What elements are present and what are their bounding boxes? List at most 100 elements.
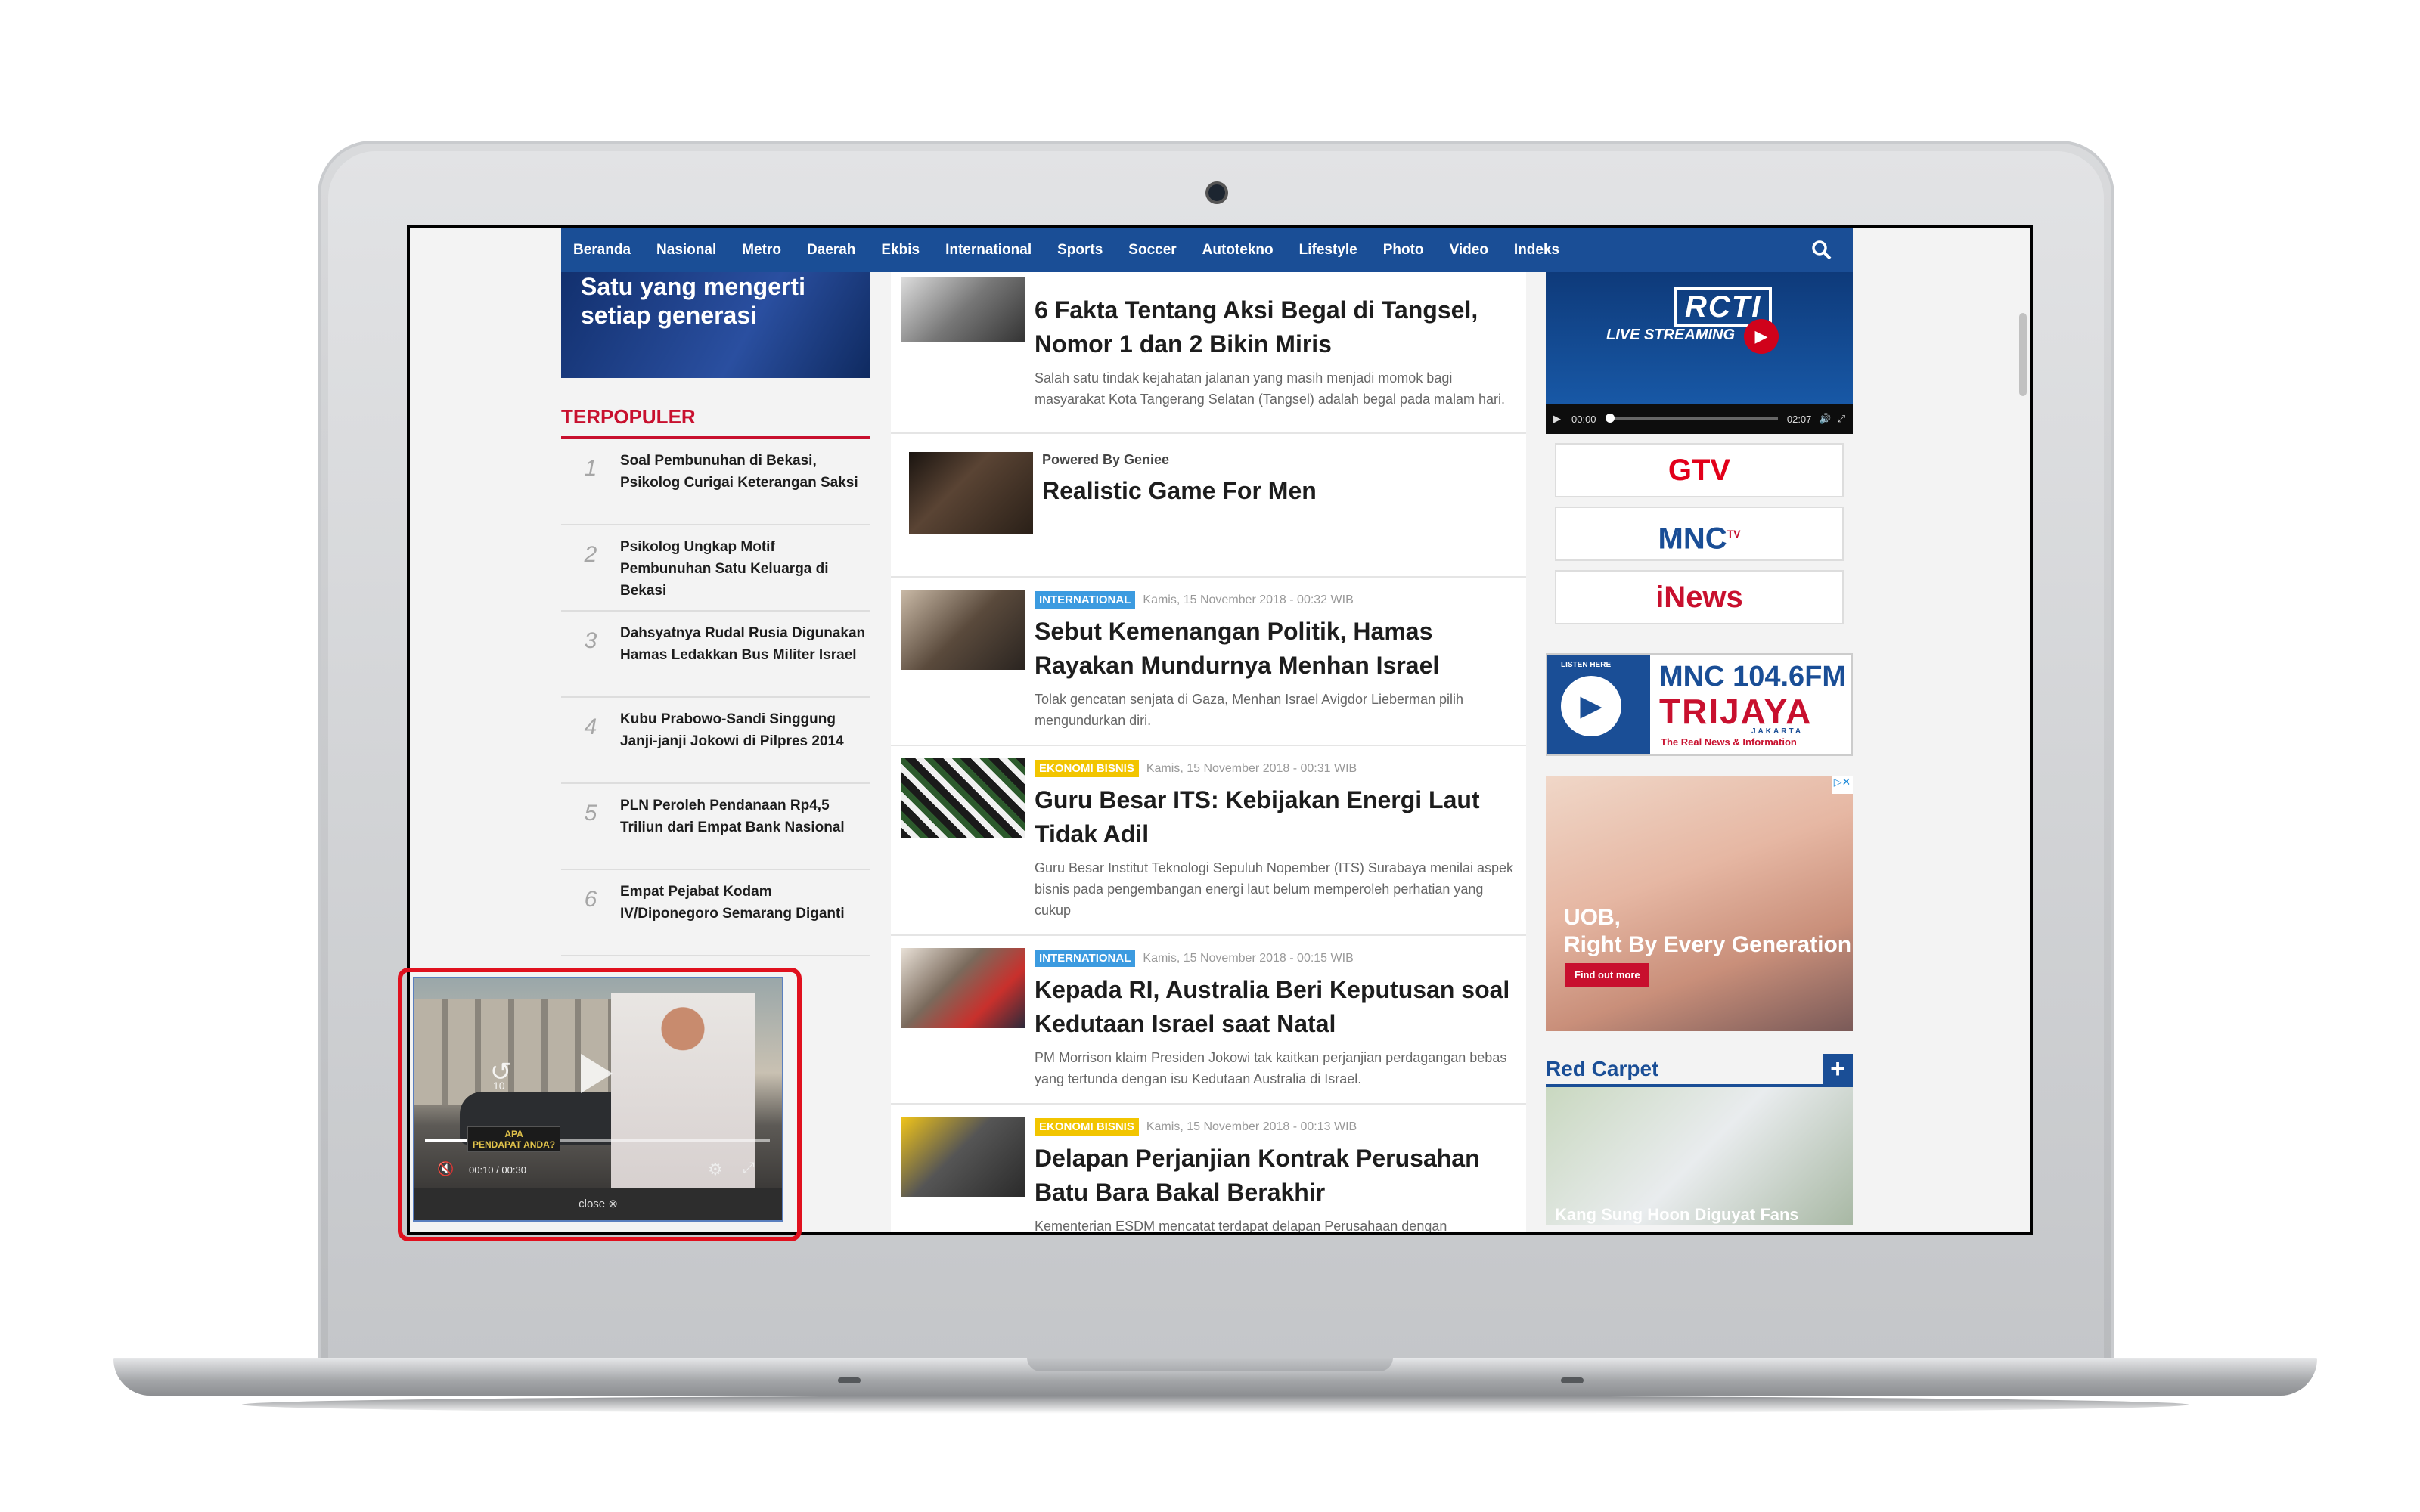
laptop-foot [1561,1377,1584,1383]
article-thumbnail[interactable] [901,758,1025,838]
article-date: Kamis, 15 November 2018 - 00:13 WIB [1146,1120,1357,1133]
category-badge[interactable]: EKONOMI BISNIS [1035,1118,1139,1136]
nav-lifestyle[interactable]: Lifestyle [1299,242,1357,259]
article-summary: Tolak gencatan senjata di Gaza, Menhan I… [1035,692,1464,728]
rank-number: 2 [584,542,597,567]
rank-number: 6 [584,887,597,912]
article-title[interactable]: 6 Fakta Tentang Aksi Begal di Tangsel, N… [1035,293,1514,361]
popular-link[interactable]: PLN Peroleh Pendanaan Rp4,5 Triliun dari… [620,795,870,869]
nav-international[interactable]: International [945,242,1032,259]
sponsored-thumbnail[interactable] [909,452,1033,534]
channel-mnctv[interactable]: MNCTV [1555,507,1844,561]
red-carpet-header: Red Carpet + [1546,1054,1853,1084]
red-carpet-image[interactable]: Kang Sung Hoon Diguyat Fans [1546,1084,1853,1225]
fullscreen-icon[interactable]: ⤢ [1838,413,1845,425]
sponsored-card[interactable]: Powered By Geniee Realistic Game For Men [891,434,1526,578]
radio-city: JAKARTA [1751,727,1804,736]
article-card[interactable]: EKONOMI BISNIS Kamis, 15 November 2018 - … [891,746,1526,936]
play-icon[interactable]: ▶ [1744,319,1779,354]
channel-gtv[interactable]: GTV [1555,443,1844,497]
banner-ad[interactable]: Satu yang mengerti setiap generasi [561,272,870,378]
seek-bar[interactable] [1605,414,1778,423]
article-title[interactable]: Delapan Perjanjian Kontrak Perusahan Bat… [1035,1142,1514,1210]
article-card[interactable]: INTERNATIONAL Kamis, 15 November 2018 - 0… [891,578,1526,746]
seek-handle[interactable] [1605,414,1615,423]
search-icon[interactable] [1810,239,1833,262]
article-thumbnail[interactable] [901,277,1025,342]
laptop-foot [838,1377,861,1383]
article-title[interactable]: Guru Besar ITS: Kebijakan Energi Laut Ti… [1035,783,1514,851]
nav-daerah[interactable]: Daerah [807,242,855,259]
nav-sports[interactable]: Sports [1057,242,1103,259]
rcti-live-player[interactable]: RCTI LIVE STREAMING ▶ ▶ 00:00 02:07 🔊 ⤢ [1546,272,1853,434]
popular-link[interactable]: Psikolog Ungkap Motif Pembunuhan Satu Ke… [620,536,870,610]
live-streaming-label: LIVE STREAMING [1606,327,1736,343]
channel-name: iNews [1655,581,1743,614]
rank-number: 5 [584,801,597,826]
radio-play-panel: LISTEN HERE ▶ [1547,655,1650,754]
banner-text: Satu yang mengerti setiap generasi [581,273,805,329]
time-total: 02:07 [1786,413,1812,425]
list-item[interactable]: 2 Psikolog Ungkap Motif Pembunuhan Satu K… [561,525,870,612]
sponsored-title[interactable]: Realistic Game For Men [1042,477,1514,505]
popular-link[interactable]: Kubu Prabowo-Sandi Singgung Janji-janji … [620,708,870,782]
list-item[interactable]: 3 Dahsyatnya Rudal Rusia Digunakan Hamas … [561,612,870,698]
article-thumbnail[interactable] [901,1117,1025,1197]
nav-ekbis[interactable]: Ekbis [881,242,920,259]
red-carpet-caption[interactable]: Kang Sung Hoon Diguyat Fans [1555,1205,1799,1225]
category-badge[interactable]: INTERNATIONAL [1035,950,1136,967]
article-summary: PM Morrison klaim Presiden Jokowi tak ka… [1035,1050,1507,1086]
volume-icon[interactable]: 🔊 [1819,413,1831,425]
nav-metro[interactable]: Metro [742,242,781,259]
channel-inews[interactable]: iNews [1555,570,1844,624]
uob-line1: UOB, [1564,905,1621,930]
popular-link[interactable]: Empat Pejabat Kodam IV/Diponegoro Semara… [620,881,870,955]
article-thumbnail[interactable] [901,590,1025,670]
trijaya-radio-banner[interactable]: LISTEN HERE ▶ MNC 104.6FM TRIJAYA The Re… [1546,653,1853,756]
list-item[interactable]: 6 Empat Pejabat Kodam IV/Diponegoro Semar… [561,870,870,956]
list-item[interactable]: 5 PLN Peroleh Pendanaan Rp4,5 Triliun dar… [561,784,870,870]
highlight-box [398,968,802,1241]
popular-link[interactable]: Soal Pembunuhan di Bekasi, Psikolog Curi… [620,450,870,524]
article-date: Kamis, 15 November 2018 - 00:32 WIB [1143,593,1354,606]
article-card[interactable]: INTERNATIONAL Kamis, 15 November 2018 - 0… [891,936,1526,1105]
list-item[interactable]: 1 Soal Pembunuhan di Bekasi, Psikolog Cur… [561,439,870,525]
popular-link[interactable]: Dahsyatnya Rudal Rusia Digunakan Hamas L… [620,622,870,696]
channel-name: GTV [1668,454,1731,487]
article-title[interactable]: Sebut Kemenangan Politik, Hamas Rayakan … [1035,615,1514,683]
nav-beranda[interactable]: Beranda [573,242,631,259]
webcam [1205,181,1228,204]
nav-photo[interactable]: Photo [1383,242,1424,259]
category-badge[interactable]: INTERNATIONAL [1035,591,1136,609]
category-badge[interactable]: EKONOMI BISNIS [1035,760,1139,777]
nav-indeks[interactable]: Indeks [1514,242,1559,259]
nav-video[interactable]: Video [1450,242,1488,259]
article-card[interactable]: 6 Fakta Tentang Aksi Begal di Tangsel, N… [891,272,1526,434]
nav-soccer[interactable]: Soccer [1128,242,1176,259]
main-nav: Beranda Nasional Metro Daerah Ekbis Inte… [561,228,1853,272]
ad-choices-icon[interactable]: ▷✕ [1832,776,1853,794]
laptop-shadow [242,1396,2189,1414]
uob-line2: Right By Every Generation [1564,932,1852,957]
time-current: 00:00 [1571,413,1596,425]
section-title[interactable]: Red Carpet [1546,1057,1658,1081]
sponsor-label: Powered By Geniee [1042,452,1170,467]
uob-ad[interactable]: ▷✕ UOB, Right By Every Generation Find ou… [1546,776,1853,1031]
nav-nasional[interactable]: Nasional [656,242,716,259]
news-feed: 6 Fakta Tentang Aksi Begal di Tangsel, N… [891,272,1526,1232]
plus-icon[interactable]: + [1823,1054,1853,1084]
nav-autotekno[interactable]: Autotekno [1202,242,1274,259]
page-scrollbar[interactable] [2019,313,2027,396]
uob-headline: UOB, Right By Every Generation [1564,904,1851,959]
article-card[interactable]: EKONOMI BISNIS Kamis, 15 November 2018 - … [891,1105,1526,1232]
list-item[interactable]: 4 Kubu Prabowo-Sandi Singgung Janji-janji… [561,698,870,784]
article-date: Kamis, 15 November 2018 - 00:15 WIB [1143,952,1354,965]
article-thumbnail[interactable] [901,948,1025,1028]
rank-number: 1 [584,456,597,481]
play-icon[interactable]: ▶ [1561,676,1621,736]
article-summary: Guru Besar Institut Teknologi Sepuluh No… [1035,860,1513,918]
play-icon[interactable]: ▶ [1553,413,1561,425]
article-summary: Kementerian ESDM mencatat terdapat delap… [1035,1219,1447,1232]
article-title[interactable]: Kepada RI, Australia Beri Keputusan soal… [1035,973,1514,1041]
find-out-more-button[interactable]: Find out more [1565,963,1649,987]
